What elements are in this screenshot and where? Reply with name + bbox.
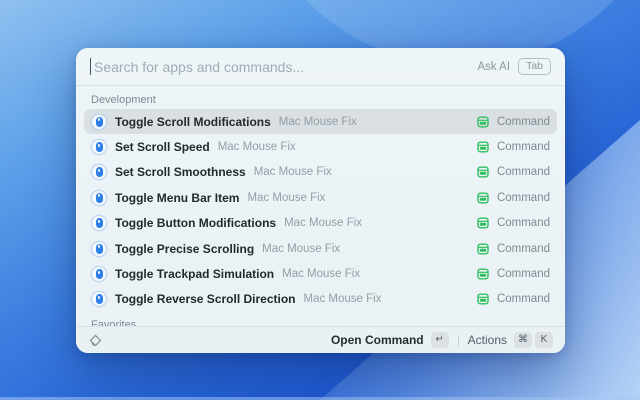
command-type-icon (477, 293, 489, 305)
item-subtitle: Mac Mouse Fix (218, 141, 296, 153)
item-type-label: Command (497, 217, 550, 229)
item-subtitle: Mac Mouse Fix (247, 192, 325, 204)
mouse-icon (96, 269, 103, 279)
search-bar[interactable]: Search for apps and commands... Ask AI T… (76, 48, 565, 85)
open-command-button[interactable]: Open Command (331, 333, 424, 347)
section-header: Development (91, 93, 550, 107)
mouse-icon (96, 193, 103, 203)
item-subtitle: Mac Mouse Fix (304, 293, 382, 305)
results-list: Development Toggle Scroll Modifications … (76, 86, 565, 326)
launcher-window: Search for apps and commands... Ask AI T… (76, 48, 565, 353)
item-type-label: Command (497, 141, 550, 153)
item-subtitle: Mac Mouse Fix (282, 268, 360, 280)
item-subtitle: Mac Mouse Fix (279, 116, 357, 128)
desktop-background: Search for apps and commands... Ask AI T… (0, 0, 640, 400)
item-title: Toggle Precise Scrolling (115, 242, 254, 256)
list-item[interactable]: Toggle Precise Scrolling Mac Mouse Fix C… (84, 236, 557, 261)
mac-mouse-fix-app-icon (91, 241, 107, 257)
mouse-icon (96, 167, 103, 177)
command-key-badge: ⌘ (514, 332, 532, 348)
text-caret (90, 58, 91, 75)
mouse-icon (96, 244, 103, 254)
mouse-icon (96, 218, 103, 228)
item-title: Set Scroll Smoothness (115, 165, 246, 179)
item-type-label: Command (497, 192, 550, 204)
item-type-label: Command (497, 293, 550, 305)
command-type-icon (477, 192, 489, 204)
item-type-label: Command (497, 166, 550, 178)
item-type-label: Command (497, 116, 550, 128)
item-subtitle: Mac Mouse Fix (284, 217, 362, 229)
tab-key-badge[interactable]: Tab (518, 58, 551, 76)
actions-button[interactable]: Actions (468, 333, 507, 347)
footer-divider (458, 335, 459, 346)
list-item[interactable]: Toggle Button Modifications Mac Mouse Fi… (84, 211, 557, 236)
ask-ai-label[interactable]: Ask AI (477, 61, 510, 73)
search-placeholder[interactable]: Search for apps and commands... (94, 59, 477, 75)
item-title: Toggle Reverse Scroll Direction (115, 292, 296, 306)
item-title: Toggle Button Modifications (115, 216, 276, 230)
actions-shortcut: ⌘ K (514, 332, 553, 348)
mac-mouse-fix-app-icon (91, 215, 107, 231)
k-key-badge: K (535, 332, 553, 348)
item-type-label: Command (497, 243, 550, 255)
item-title: Toggle Trackpad Simulation (115, 267, 274, 281)
footer-bar: Open Command ↵ Actions ⌘ K (76, 326, 565, 353)
command-type-icon (477, 243, 489, 255)
mac-mouse-fix-app-icon (91, 190, 107, 206)
mouse-icon (96, 142, 103, 152)
mac-mouse-fix-app-icon (91, 266, 107, 282)
list-item[interactable]: Toggle Trackpad Simulation Mac Mouse Fix… (84, 261, 557, 286)
list-item[interactable]: Toggle Scroll Modifications Mac Mouse Fi… (84, 109, 557, 134)
item-subtitle: Mac Mouse Fix (254, 166, 332, 178)
item-subtitle: Mac Mouse Fix (262, 243, 340, 255)
command-type-icon (477, 166, 489, 178)
command-type-icon (477, 268, 489, 280)
mouse-icon (96, 117, 103, 127)
list-item[interactable]: Set Scroll Smoothness Mac Mouse Fix Comm… (84, 160, 557, 185)
list-item[interactable]: Set Scroll Speed Mac Mouse Fix Command (84, 134, 557, 159)
command-type-icon (477, 116, 489, 128)
command-type-icon (477, 141, 489, 153)
mac-mouse-fix-app-icon (91, 139, 107, 155)
list-item[interactable]: Toggle Reverse Scroll Direction Mac Mous… (84, 287, 557, 312)
footer-actions: Open Command ↵ Actions ⌘ K (331, 332, 553, 348)
return-key-badge: ↵ (431, 332, 449, 348)
raycast-logo-icon (88, 333, 103, 348)
mac-mouse-fix-app-icon (91, 164, 107, 180)
list-item[interactable]: Toggle Menu Bar Item Mac Mouse Fix Comma… (84, 185, 557, 210)
mac-mouse-fix-app-icon (91, 114, 107, 130)
mouse-icon (96, 294, 103, 304)
mac-mouse-fix-app-icon (91, 291, 107, 307)
item-title: Toggle Scroll Modifications (115, 115, 271, 129)
item-type-label: Command (497, 268, 550, 280)
item-title: Set Scroll Speed (115, 140, 210, 154)
section-header: Favorites (91, 318, 550, 326)
command-type-icon (477, 217, 489, 229)
item-title: Toggle Menu Bar Item (115, 191, 239, 205)
